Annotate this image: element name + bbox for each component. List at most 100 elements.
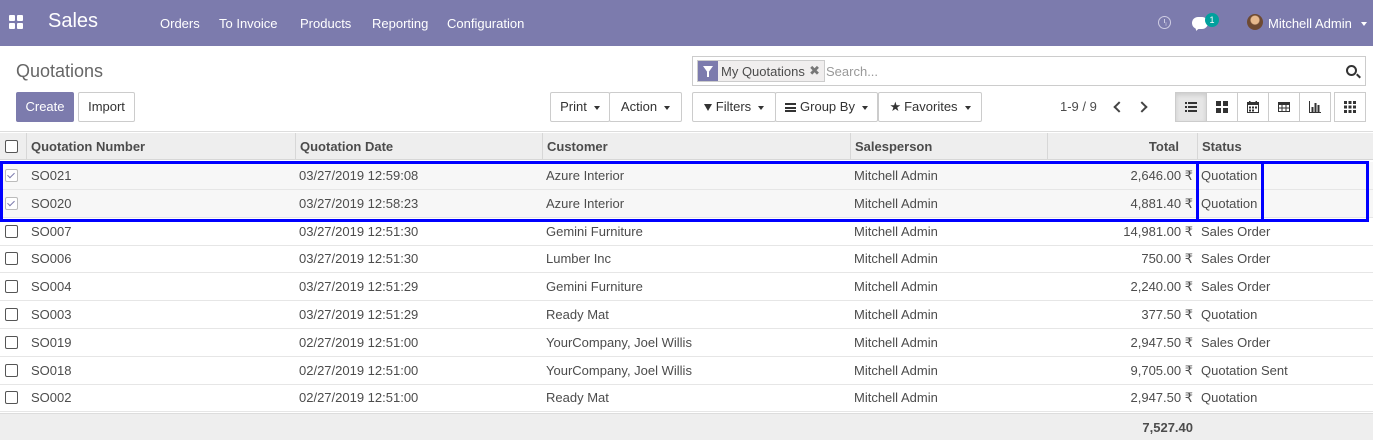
group-by-icon (785, 103, 797, 113)
control-panel: Quotations Create Import Print Action My… (0, 46, 1373, 132)
filters-dropdown[interactable]: Filters (692, 92, 776, 122)
column-header-number[interactable]: Quotation Number (31, 139, 145, 154)
action-label: Action (620, 99, 658, 114)
group-by-dropdown[interactable]: Group By (775, 92, 878, 122)
kanban-view-icon (1216, 101, 1228, 113)
pager-previous-icon[interactable] (1113, 101, 1125, 113)
column-header-status[interactable]: Status (1202, 139, 1242, 154)
table-row[interactable]: SO003 03/27/2019 12:51:29 Ready Mat Mitchel… (0, 301, 1373, 329)
list-view-button[interactable] (1175, 92, 1207, 122)
cell-customer: Gemini Furniture (546, 223, 643, 239)
cell-total: 2,947.50 ₹ (1130, 334, 1194, 350)
table-row[interactable]: SO004 03/27/2019 12:51:29 Gemini Furniture… (0, 273, 1373, 302)
print-label: Print (560, 99, 587, 114)
calendar-view-button[interactable] (1237, 92, 1269, 122)
top-navbar: Sales Orders To Invoice Products Reporti… (0, 0, 1373, 46)
filter-icon (698, 61, 718, 81)
table-row[interactable]: SO020 03/27/2019 12:58:23 Azure Interior Mi… (0, 189, 1373, 218)
cell-customer: Ready Mat (546, 390, 609, 406)
cell-total: 2,240.00 ₹ (1130, 279, 1194, 295)
table-row[interactable]: SO019 02/27/2019 12:51:00 YourCompany, Joe… (0, 329, 1373, 357)
table-row[interactable]: SO021 03/27/2019 12:59:08 Azure Interior Mi… (0, 162, 1373, 190)
activity-clock-icon[interactable] (1158, 16, 1171, 29)
row-checkbox[interactable] (5, 196, 18, 210)
row-checkbox[interactable] (5, 169, 18, 182)
column-header-date[interactable]: Quotation Date (300, 139, 393, 154)
column-header-total[interactable]: Total (1043, 139, 1179, 154)
apps-menu-icon[interactable] (9, 15, 23, 29)
filters-label: Filters (715, 99, 752, 114)
search-input[interactable] (826, 62, 1326, 80)
bar-chart-icon (1309, 101, 1321, 113)
avatar[interactable] (1247, 14, 1263, 30)
cell-total: 9,705.00 ₹ (1130, 362, 1194, 378)
cell-number: SO002 (31, 390, 72, 406)
cell-status: Quotation (1201, 307, 1258, 322)
cell-number: SO019 (31, 334, 72, 350)
cell-number: SO020 (31, 195, 72, 211)
table-row[interactable]: SO002 02/27/2019 12:51:00 Ready Mat Mitchel… (0, 384, 1373, 413)
column-header-customer[interactable]: Customer (547, 139, 608, 154)
page-title: Quotations (16, 61, 104, 81)
chevron-down-icon (964, 105, 971, 110)
row-checkbox[interactable] (5, 335, 18, 349)
import-button[interactable]: Import (78, 92, 135, 122)
chevron-down-icon (1361, 22, 1367, 26)
cell-date: 02/27/2019 12:51:00 (299, 390, 419, 406)
menu-orders[interactable]: Orders (160, 16, 200, 31)
create-button[interactable]: Create (16, 92, 74, 122)
select-all-checkbox[interactable] (5, 140, 18, 153)
cell-number: SO007 (31, 223, 72, 239)
cell-total: 377.50 ₹ (1141, 307, 1193, 322)
pager-next-icon[interactable] (1136, 101, 1148, 113)
cell-status: Quotation (1201, 168, 1258, 183)
cell-date: 03/27/2019 12:58:23 (299, 195, 419, 211)
row-checkbox[interactable] (5, 363, 18, 377)
row-checkbox[interactable] (5, 391, 18, 405)
grid-view-icon (1344, 101, 1356, 113)
chevron-down-icon (758, 105, 765, 110)
cell-date: 03/27/2019 12:51:30 (299, 223, 419, 239)
menu-to-invoice[interactable]: To Invoice (219, 16, 278, 31)
search-facet: My Quotations ✖ (697, 60, 825, 82)
row-checkbox[interactable] (5, 308, 18, 321)
kanban-view-button[interactable] (1206, 92, 1238, 122)
graph-view-button[interactable] (1299, 92, 1331, 122)
menu-configuration[interactable]: Configuration (447, 16, 524, 31)
favorites-dropdown[interactable]: ★ Favorites (878, 92, 982, 122)
menu-reporting[interactable]: Reporting (372, 16, 428, 31)
cell-number: SO021 (31, 168, 72, 183)
chevron-down-icon (861, 105, 868, 110)
pivot-view-button[interactable] (1268, 92, 1300, 122)
table-row[interactable]: SO006 03/27/2019 12:51:30 Lumber Inc Mitche… (0, 245, 1373, 274)
search-bar[interactable]: My Quotations ✖ (692, 56, 1366, 86)
cell-total: 750.00 ₹ (1141, 251, 1193, 267)
favorites-label: Favorites (904, 99, 958, 114)
cell-customer: Lumber Inc (546, 251, 612, 267)
table-row[interactable]: SO007 03/27/2019 12:51:30 Gemini Furniture… (0, 218, 1373, 246)
list-view-icon (1185, 102, 1197, 112)
cell-status: Quotation Sent (1201, 362, 1288, 378)
cell-salesperson: Mitchell Admin (854, 307, 938, 322)
print-dropdown[interactable]: Print (550, 92, 610, 122)
cell-salesperson: Mitchell Admin (854, 279, 938, 295)
row-checkbox[interactable] (5, 252, 18, 266)
row-checkbox[interactable] (5, 224, 18, 238)
cell-date: 03/27/2019 12:59:08 (299, 168, 419, 183)
app-title: Sales (48, 10, 99, 32)
user-menu[interactable]: Mitchell Admin (1268, 16, 1352, 31)
cell-customer: YourCompany, Joel Willis (546, 362, 692, 378)
column-header-salesperson[interactable]: Salesperson (855, 139, 932, 154)
table-footer: 7,527.40 (0, 413, 1373, 440)
remove-facet-icon[interactable]: ✖ (809, 63, 820, 79)
row-checkbox[interactable] (5, 280, 18, 294)
cell-date: 02/27/2019 12:51:00 (299, 334, 419, 350)
table-row[interactable]: SO018 02/27/2019 12:51:00 YourCompany, Joe… (0, 357, 1373, 385)
cell-number: SO003 (31, 307, 72, 322)
pager-value[interactable]: 1-9 / 9 (1060, 99, 1097, 114)
grid-view-button[interactable] (1334, 92, 1366, 122)
search-icon[interactable] (1346, 65, 1357, 76)
action-dropdown[interactable]: Action (609, 92, 682, 122)
total-sum: 7,527.40 (1142, 420, 1193, 435)
menu-products[interactable]: Products (300, 16, 351, 31)
